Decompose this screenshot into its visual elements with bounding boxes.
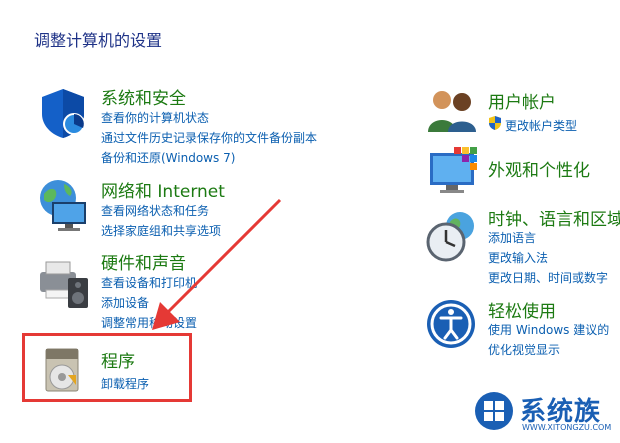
- watermark: 系统族 WWW.XITONGZU.COM: [470, 385, 620, 443]
- annotation-arrow-icon: [152, 198, 282, 330]
- windows-logo-icon: [475, 392, 513, 430]
- watermark-url: WWW.XITONGZU.COM: [522, 423, 612, 432]
